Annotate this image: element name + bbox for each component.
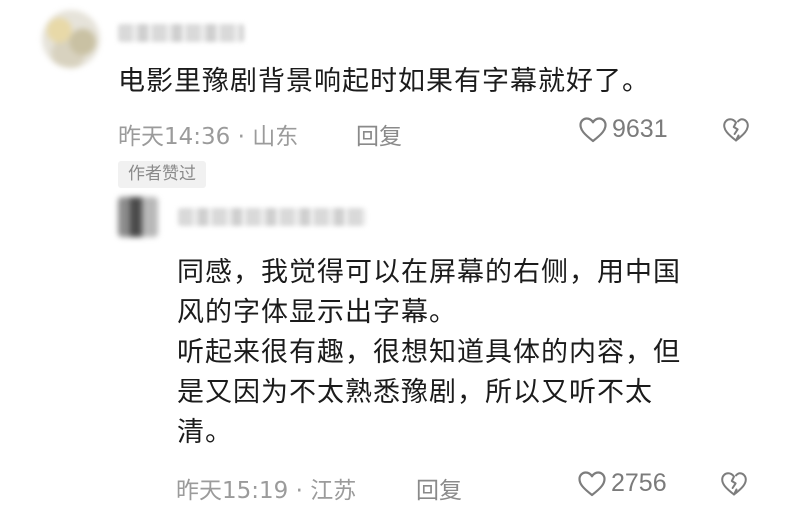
dislike-button[interactable] [722,117,750,143]
comment-text: 电影里豫剧背景响起时如果有字幕就好了。 [118,66,650,97]
reply-line: 风的字体显示出字幕。 [177,297,457,328]
like-count: 2756 [611,469,667,497]
comment-thread: 电影里豫剧背景响起时如果有字幕就好了。 昨天14:36 · 山东 回复 9631… [0,0,800,528]
broken-heart-icon [720,471,748,497]
avatar[interactable] [42,10,100,68]
reply-text: 同感，我觉得可以在屏幕的右侧，用中国 风的字体显示出字幕。 听起来很有趣，很想知… [177,253,737,453]
broken-heart-icon [722,117,750,143]
reply-line: 清。 [177,417,233,448]
reply-line: 同感，我觉得可以在屏幕的右侧，用中国 [177,257,681,288]
comment-time-location: 昨天14:36 · 山东 [118,124,299,150]
heart-outline-icon [578,116,608,144]
reply-line: 听起来很有趣，很想知道具体的内容，但 [177,337,681,368]
reply-line: 是又因为不太熟悉豫剧，所以又听不太 [177,377,653,408]
like-button[interactable]: 2756 [577,469,667,498]
like-count: 9631 [612,115,668,143]
dislike-button[interactable] [720,471,748,497]
author-liked-badge: 作者赞过 [118,161,206,188]
reply-time-location: 昨天15:19 · 江苏 [176,478,357,504]
heart-outline-icon [577,470,607,498]
like-button[interactable]: 9631 [578,115,668,144]
username-blurred[interactable] [118,24,244,42]
username-blurred[interactable] [178,208,366,226]
reply-button[interactable]: 回复 [356,117,402,151]
reply-button[interactable]: 回复 [416,471,462,505]
avatar[interactable] [118,197,158,237]
